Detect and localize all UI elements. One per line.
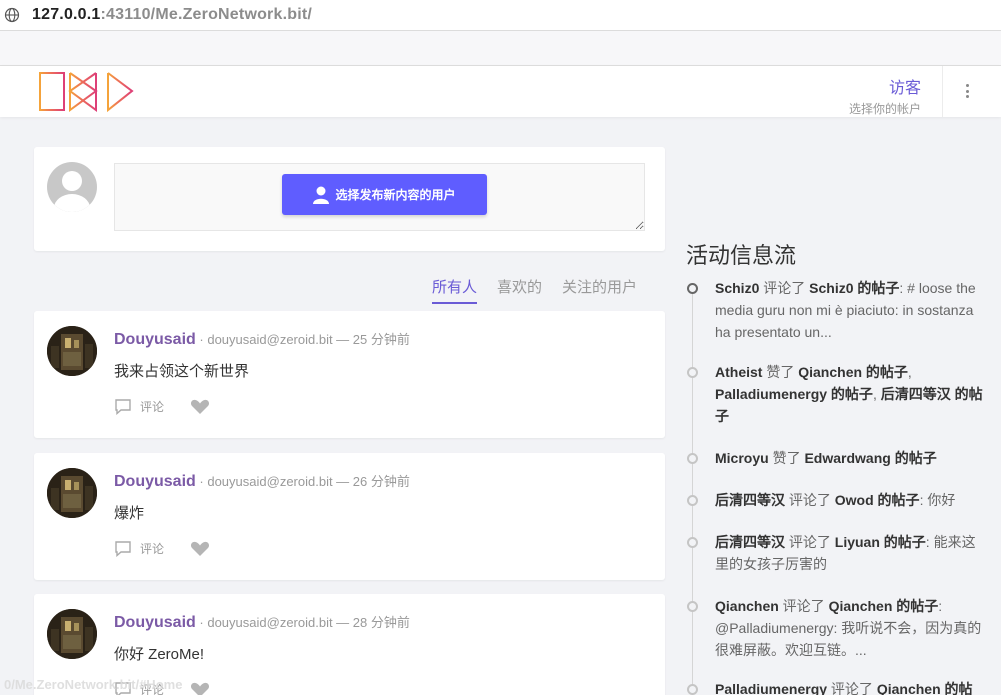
feed-item: 后清四等汉 评论了 Owod 的帖子: 你好 [715,489,985,511]
author-address-time: · douyusaid@zeroid.bit — 26 分钟前 [195,474,410,489]
app-header: 访客 选择你的帐户 [0,66,1001,117]
feed-text: : 你好 [919,492,956,508]
like-heart-icon[interactable] [190,541,210,557]
user-name[interactable]: 访客 [849,74,921,98]
feed-text: , [872,386,881,402]
select-user-label: 选择发布新内容的用户 [335,188,456,202]
comment-link[interactable]: 评论 [140,540,164,557]
author-address-time: · douyusaid@zeroid.bit — 25 分钟前 [195,332,410,347]
feed-timeline-line [692,288,693,695]
feed-text: 赞了 [768,450,805,466]
feed-timeline-dot [687,684,698,695]
feed-timeline-dot [687,601,698,612]
feed-link[interactable]: Qianchen [715,598,779,614]
feed-link[interactable]: Schiz0 的帖子 [809,280,899,296]
feed-item: Qianchen 评论了 Qianchen 的帖子: @Palladiumene… [715,595,985,661]
like-heart-icon[interactable] [190,682,210,695]
globe-icon [4,7,20,23]
browser-status-bar: 0/Me.ZeroNetwork.bit/#Home [4,677,183,692]
feed-link[interactable]: Schiz0 [715,280,759,296]
feed-item: Atheist 赞了 Qianchen 的帖子, Palladiumenergy… [715,361,985,427]
tab-everyone[interactable]: 所有人 [432,276,478,304]
feed-text: 评论了 [785,492,835,508]
more-menu-icon[interactable] [960,80,974,102]
feed-timeline-dot [687,537,698,548]
user-silhouette-icon [54,171,90,212]
comment-icon[interactable] [114,398,132,415]
post-composer: 选择发布新内容的用户 [34,147,665,251]
feed-tabs: 所有人 喜欢的 关注的用户 [432,276,637,304]
feed-link[interactable]: 后清四等汉 [715,534,785,550]
post-meta: Douyusaid · douyusaid@zeroid.bit — 26 分钟… [114,471,410,491]
feed-link[interactable]: Liyuan 的帖子 [835,534,926,550]
feed-text: , [907,364,912,380]
user-selector[interactable]: 访客 选择你的帐户 [849,74,921,117]
zerome-logo-icon[interactable] [38,69,136,113]
feed-item: Palladiumenergy 评论了 Qianchen 的帖 [715,678,985,695]
feed-timeline-dot [687,453,698,464]
comment-link[interactable]: 评论 [140,398,164,415]
like-heart-icon[interactable] [190,399,210,415]
feed-link[interactable]: Microyu [715,450,769,466]
feed-link[interactable]: Edwardwang 的帖子 [804,450,936,466]
feed-timeline-dot [687,367,698,378]
post-body: 你好 ZeroMe! [114,646,205,663]
author-name[interactable]: Douyusaid [114,614,196,631]
post-actions: 评论 [114,398,210,415]
post-meta: Douyusaid · douyusaid@zeroid.bit — 28 分钟… [114,612,410,632]
feed-text: 评论了 [785,534,835,550]
post-actions: 评论 [114,540,210,557]
header-divider [942,66,943,117]
feed-link[interactable]: Palladiumenergy [715,681,827,695]
url-path: :43110/Me.ZeroNetwork.bit/ [100,6,313,23]
select-user-button[interactable]: 选择发布新内容的用户 [282,174,487,215]
feed-item: Microyu 赞了 Edwardwang 的帖子 [715,447,985,469]
browser-url-bar[interactable]: 127.0.0.1:43110/Me.ZeroNetwork.bit/ [0,0,1001,31]
user-icon [313,186,330,204]
feed-link[interactable]: Palladiumenergy 的帖子 [715,386,873,402]
feed-text: 评论了 [827,681,877,695]
post-body: 我来占领这个新世界 [114,363,250,380]
feed-link[interactable]: Qianchen 的帖子 [798,364,908,380]
feed-item: Schiz0 评论了 Schiz0 的帖子: # loose the media… [715,277,985,343]
post-body: 爆炸 [114,505,145,522]
author-avatar[interactable] [47,609,97,659]
user-subtitle: 选择你的帐户 [848,102,921,116]
tab-liked[interactable]: 喜欢的 [497,276,542,304]
author-avatar[interactable] [47,326,97,376]
author-avatar[interactable] [47,468,97,518]
feed-text: 赞了 [762,364,799,380]
feed-item: 后清四等汉 评论了 Liyuan 的帖子: 能来这里的女孩子厉害的 [715,531,985,575]
comment-icon[interactable] [114,540,132,557]
post-card: Douyusaid · douyusaid@zeroid.bit — 25 分钟… [34,311,665,438]
bookmark-bar [0,31,1001,66]
feed-timeline-dot [687,283,698,294]
default-avatar [47,162,97,212]
tab-followed[interactable]: 关注的用户 [562,276,637,304]
feed-timeline-dot [687,495,698,506]
feed-link[interactable]: Qianchen 的帖 [877,681,973,695]
feed-text: 评论了 [778,598,829,614]
url-host: 127.0.0.1 [32,6,101,23]
feed-link[interactable]: 后清四等汉 [715,492,785,508]
feed-link[interactable]: Qianchen 的帖子 [829,598,939,614]
author-name[interactable]: Douyusaid [114,331,196,348]
post-card: Douyusaid · douyusaid@zeroid.bit — 26 分钟… [34,453,665,580]
activity-feed-title: 活动信息流 [686,243,797,268]
feed-link[interactable]: Atheist [715,364,762,380]
post-meta: Douyusaid · douyusaid@zeroid.bit — 25 分钟… [114,329,410,349]
feed-text: 评论了 [759,280,810,296]
author-address-time: · douyusaid@zeroid.bit — 28 分钟前 [195,615,410,630]
feed-link[interactable]: Owod 的帖子 [835,492,920,508]
author-name[interactable]: Douyusaid [114,473,196,490]
